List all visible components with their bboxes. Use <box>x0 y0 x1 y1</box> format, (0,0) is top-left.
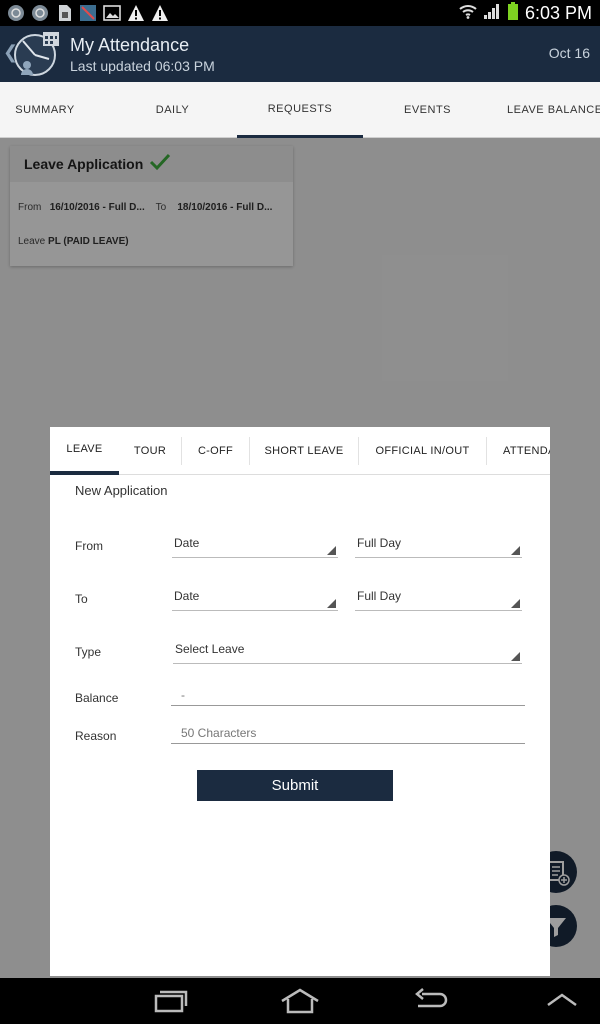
recent-apps-button[interactable] <box>148 986 192 1016</box>
dropdown-triangle-icon <box>511 599 520 608</box>
dropdown-triangle-icon <box>327 599 336 608</box>
tab-leave-balance[interactable]: LEAVE BALANCE <box>500 82 600 138</box>
back-button[interactable] <box>408 986 452 1016</box>
wifi-icon <box>459 3 477 23</box>
submit-button[interactable]: Submit <box>197 770 393 801</box>
battery-icon <box>507 2 519 24</box>
status-bar: 6:03 PM <box>0 0 600 26</box>
to-day-value: Full Day <box>357 589 402 603</box>
from-day-value: Full Day <box>357 536 402 550</box>
to-date-value: Date <box>174 589 200 603</box>
warning-icon <box>150 3 170 23</box>
from-day-select[interactable]: Full Day <box>355 536 522 558</box>
menu-up-button[interactable] <box>540 986 584 1016</box>
status-time: 6:03 PM <box>524 2 592 23</box>
from-date-select[interactable]: Date <box>172 536 338 558</box>
current-date: Oct 16 <box>548 45 590 61</box>
last-updated-text: Last updated 06:03 PM <box>70 58 215 74</box>
system-nav-bar <box>0 978 600 1024</box>
tab-daily[interactable]: DAILY <box>110 82 235 138</box>
dialog-tab-leave[interactable]: LEAVE <box>50 427 119 475</box>
screenshot-icon <box>78 3 98 23</box>
image-icon <box>102 3 122 23</box>
request-type-tab-bar: LEAVE TOUR C-OFF SHORT LEAVE OFFICIAL IN… <box>50 427 550 475</box>
leave-type-value: Select Leave <box>175 642 245 656</box>
dialog-tab-short-leave[interactable]: SHORT LEAVE <box>250 437 359 465</box>
balance-field-label: Balance <box>75 691 119 705</box>
chevron-up-icon <box>547 993 577 1007</box>
recent-apps-icon <box>154 990 188 1013</box>
sync-icon <box>6 3 26 23</box>
app-logo-icon[interactable] <box>13 29 61 77</box>
dropdown-triangle-icon <box>511 652 520 661</box>
tab-requests[interactable]: REQUESTS <box>237 82 363 138</box>
main-tab-bar: SUMMARY DAILY REQUESTS EVENTS LEAVE BALA… <box>0 82 600 138</box>
back-arrow-icon <box>415 988 448 1008</box>
dialog-tab-official-in-out[interactable]: OFFICIAL IN/OUT <box>359 437 487 465</box>
warning-icon <box>126 3 146 23</box>
dialog-tab-c-off[interactable]: C-OFF <box>182 437 250 465</box>
from-date-value: Date <box>174 536 200 550</box>
dialog-tab-attendance[interactable]: ATTENDA <box>487 427 550 475</box>
dropdown-triangle-icon <box>327 546 336 555</box>
tab-events[interactable]: EVENTS <box>365 82 490 138</box>
sync-icon <box>30 3 50 23</box>
from-field-label: From <box>75 539 103 553</box>
signal-icon <box>483 3 501 23</box>
dropdown-triangle-icon <box>511 546 520 555</box>
home-button[interactable] <box>278 986 322 1016</box>
to-date-select[interactable]: Date <box>172 589 338 611</box>
new-application-dialog: LEAVE TOUR C-OFF SHORT LEAVE OFFICIAL IN… <box>50 427 550 976</box>
reason-field-label: Reason <box>75 729 117 743</box>
leave-type-select[interactable]: Select Leave <box>173 642 522 664</box>
to-day-select[interactable]: Full Day <box>355 589 522 611</box>
app-bar: ❮ My Attendance Last updated 06:03 PM Oc… <box>0 26 600 82</box>
dialog-tab-tour[interactable]: TOUR <box>119 437 182 465</box>
balance-field: - <box>171 688 525 706</box>
sd-card-icon <box>54 3 74 23</box>
tab-summary[interactable]: SUMMARY <box>0 82 90 138</box>
home-icon <box>281 988 319 1014</box>
section-title: New Application <box>75 483 168 498</box>
app-title: My Attendance <box>70 35 190 55</box>
reason-input[interactable]: 50 Characters <box>171 726 525 744</box>
type-field-label: Type <box>75 645 102 659</box>
to-field-label: To <box>75 592 88 606</box>
